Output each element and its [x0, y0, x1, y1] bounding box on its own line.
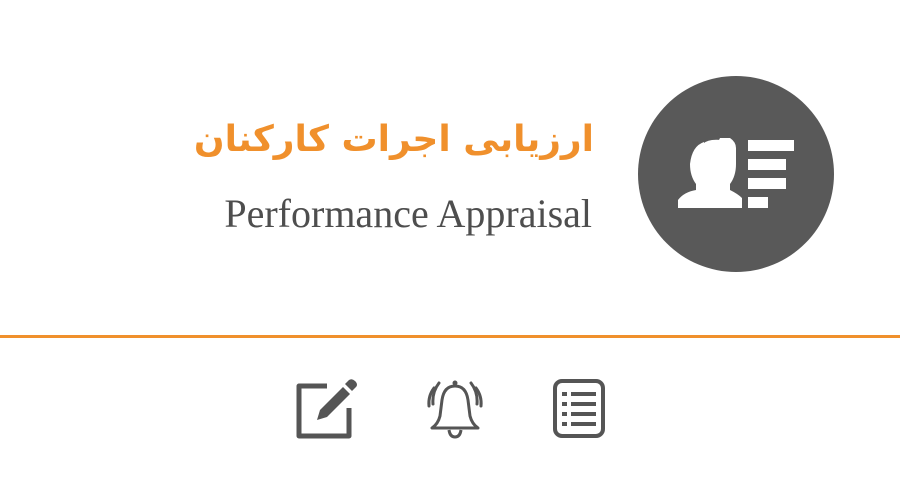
- bell-icon: [427, 380, 483, 439]
- hero-badge: [638, 76, 834, 272]
- employee-list-icon: [678, 138, 794, 208]
- page-title-persian: ارزیابی اجرات کارکنان: [193, 119, 594, 160]
- notification-button[interactable]: [420, 374, 490, 444]
- edit-button[interactable]: [291, 374, 361, 444]
- list-icon: [553, 379, 605, 438]
- edit-icon: [296, 379, 357, 439]
- list-button[interactable]: [544, 374, 614, 444]
- page-title-english: Performance Appraisal: [224, 191, 592, 236]
- divider-line: [0, 335, 900, 338]
